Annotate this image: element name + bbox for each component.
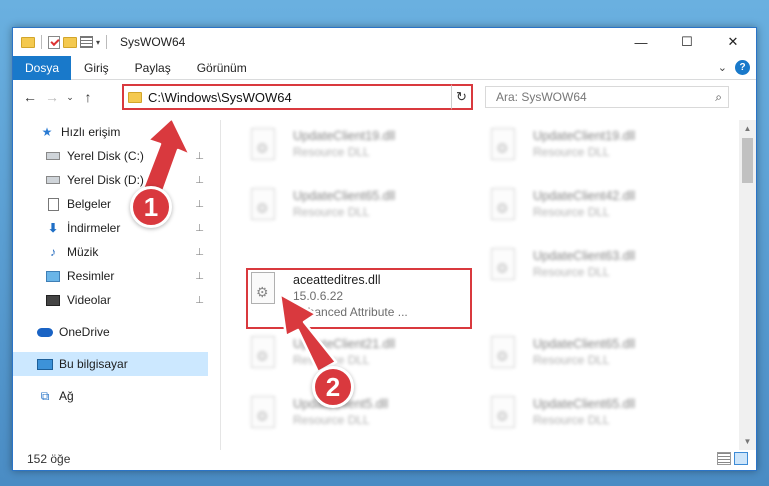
annotation-arrows bbox=[138, 116, 338, 374]
callout-two: 2 bbox=[312, 366, 354, 408]
callout-one: 1 bbox=[130, 186, 172, 228]
arrow-2 bbox=[278, 292, 338, 374]
